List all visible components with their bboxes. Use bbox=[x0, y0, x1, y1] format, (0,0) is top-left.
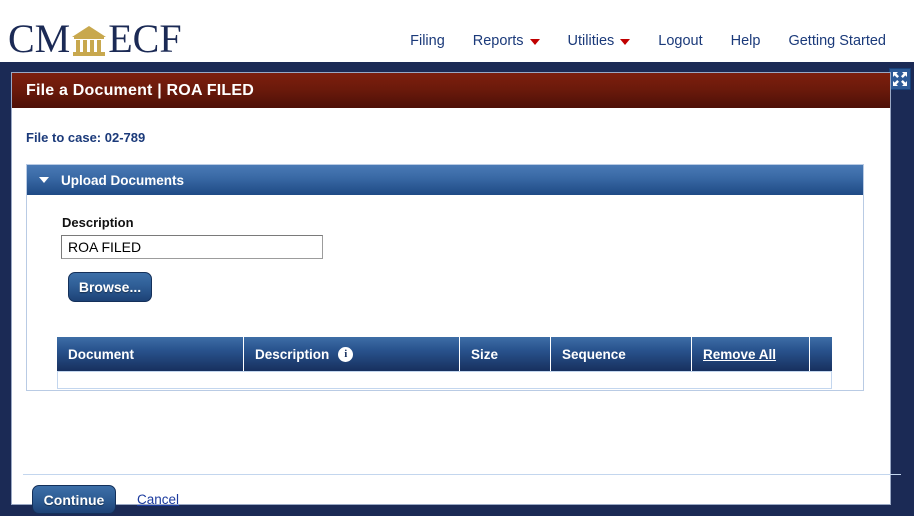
nav-item-filing[interactable]: Filing bbox=[396, 31, 459, 51]
nav-item-getting-started[interactable]: Getting Started bbox=[774, 31, 900, 51]
nav-item-label: Reports bbox=[472, 33, 524, 49]
nav-item-label: Help bbox=[730, 33, 761, 49]
cmecf-logo: CM ECF bbox=[8, 15, 182, 62]
logo-text-ecf: ECF bbox=[108, 16, 182, 61]
description-input[interactable] bbox=[61, 235, 323, 259]
documents-table-body bbox=[57, 371, 832, 389]
table-row-empty bbox=[57, 371, 832, 389]
continue-button[interactable]: Continue bbox=[32, 485, 116, 514]
column-label: Description bbox=[255, 346, 330, 362]
expand-arrows-glyph bbox=[893, 72, 907, 86]
nav-item-reports[interactable]: Reports bbox=[459, 31, 554, 51]
nav-item-logout[interactable]: Logout bbox=[644, 31, 716, 51]
upload-documents-panel-header[interactable]: Upload Documents bbox=[27, 165, 863, 195]
column-header-size[interactable]: Size bbox=[460, 337, 550, 371]
column-header-document[interactable]: Document bbox=[57, 337, 243, 371]
panel-title: Upload Documents bbox=[61, 172, 185, 188]
description-label: Description bbox=[62, 215, 134, 230]
chevron-down-icon bbox=[529, 39, 540, 45]
nav-item-label: Filing bbox=[410, 33, 445, 49]
info-icon[interactable]: i bbox=[338, 346, 354, 362]
empty-row-cell bbox=[57, 371, 832, 389]
column-header-remove-all[interactable]: Remove All bbox=[692, 337, 809, 371]
column-header-sequence[interactable]: Sequence bbox=[551, 337, 691, 371]
chevron-down-icon[interactable] bbox=[39, 177, 49, 183]
nav-item-label: Logout bbox=[658, 33, 703, 49]
documents-table: Document Description i Size Sequence Rem… bbox=[56, 337, 833, 389]
browse-button[interactable]: Browse... bbox=[68, 272, 152, 302]
column-label: Document bbox=[68, 346, 135, 362]
nav-item-label: Utilities bbox=[567, 33, 615, 49]
remove-all-link[interactable]: Remove All bbox=[703, 347, 776, 362]
main-navigation: Filing Reports Utilities Logout Help Get… bbox=[396, 31, 900, 51]
chevron-down-icon bbox=[620, 39, 631, 45]
expand-arrows-icon[interactable] bbox=[889, 68, 911, 90]
column-label: Size bbox=[471, 346, 499, 362]
column-label: Sequence bbox=[562, 346, 626, 362]
top-banner: CM ECF Filing Reports Utilities Logout H… bbox=[0, 0, 914, 62]
column-header-spacer bbox=[810, 337, 832, 371]
nav-item-help[interactable]: Help bbox=[717, 31, 775, 51]
footer-divider bbox=[23, 474, 901, 475]
nav-item-label: Getting Started bbox=[788, 33, 886, 49]
column-header-description[interactable]: Description i bbox=[244, 337, 459, 371]
page-title: File a Document | ROA FILED bbox=[12, 73, 890, 108]
courthouse-icon bbox=[72, 21, 107, 57]
logo-text-cm: CM bbox=[8, 16, 71, 61]
documents-table-header-row: Document Description i Size Sequence Rem… bbox=[57, 337, 832, 371]
file-to-case-label: File to case: 02-789 bbox=[26, 130, 146, 145]
cancel-link[interactable]: Cancel bbox=[137, 492, 179, 507]
nav-item-utilities[interactable]: Utilities bbox=[554, 31, 645, 51]
